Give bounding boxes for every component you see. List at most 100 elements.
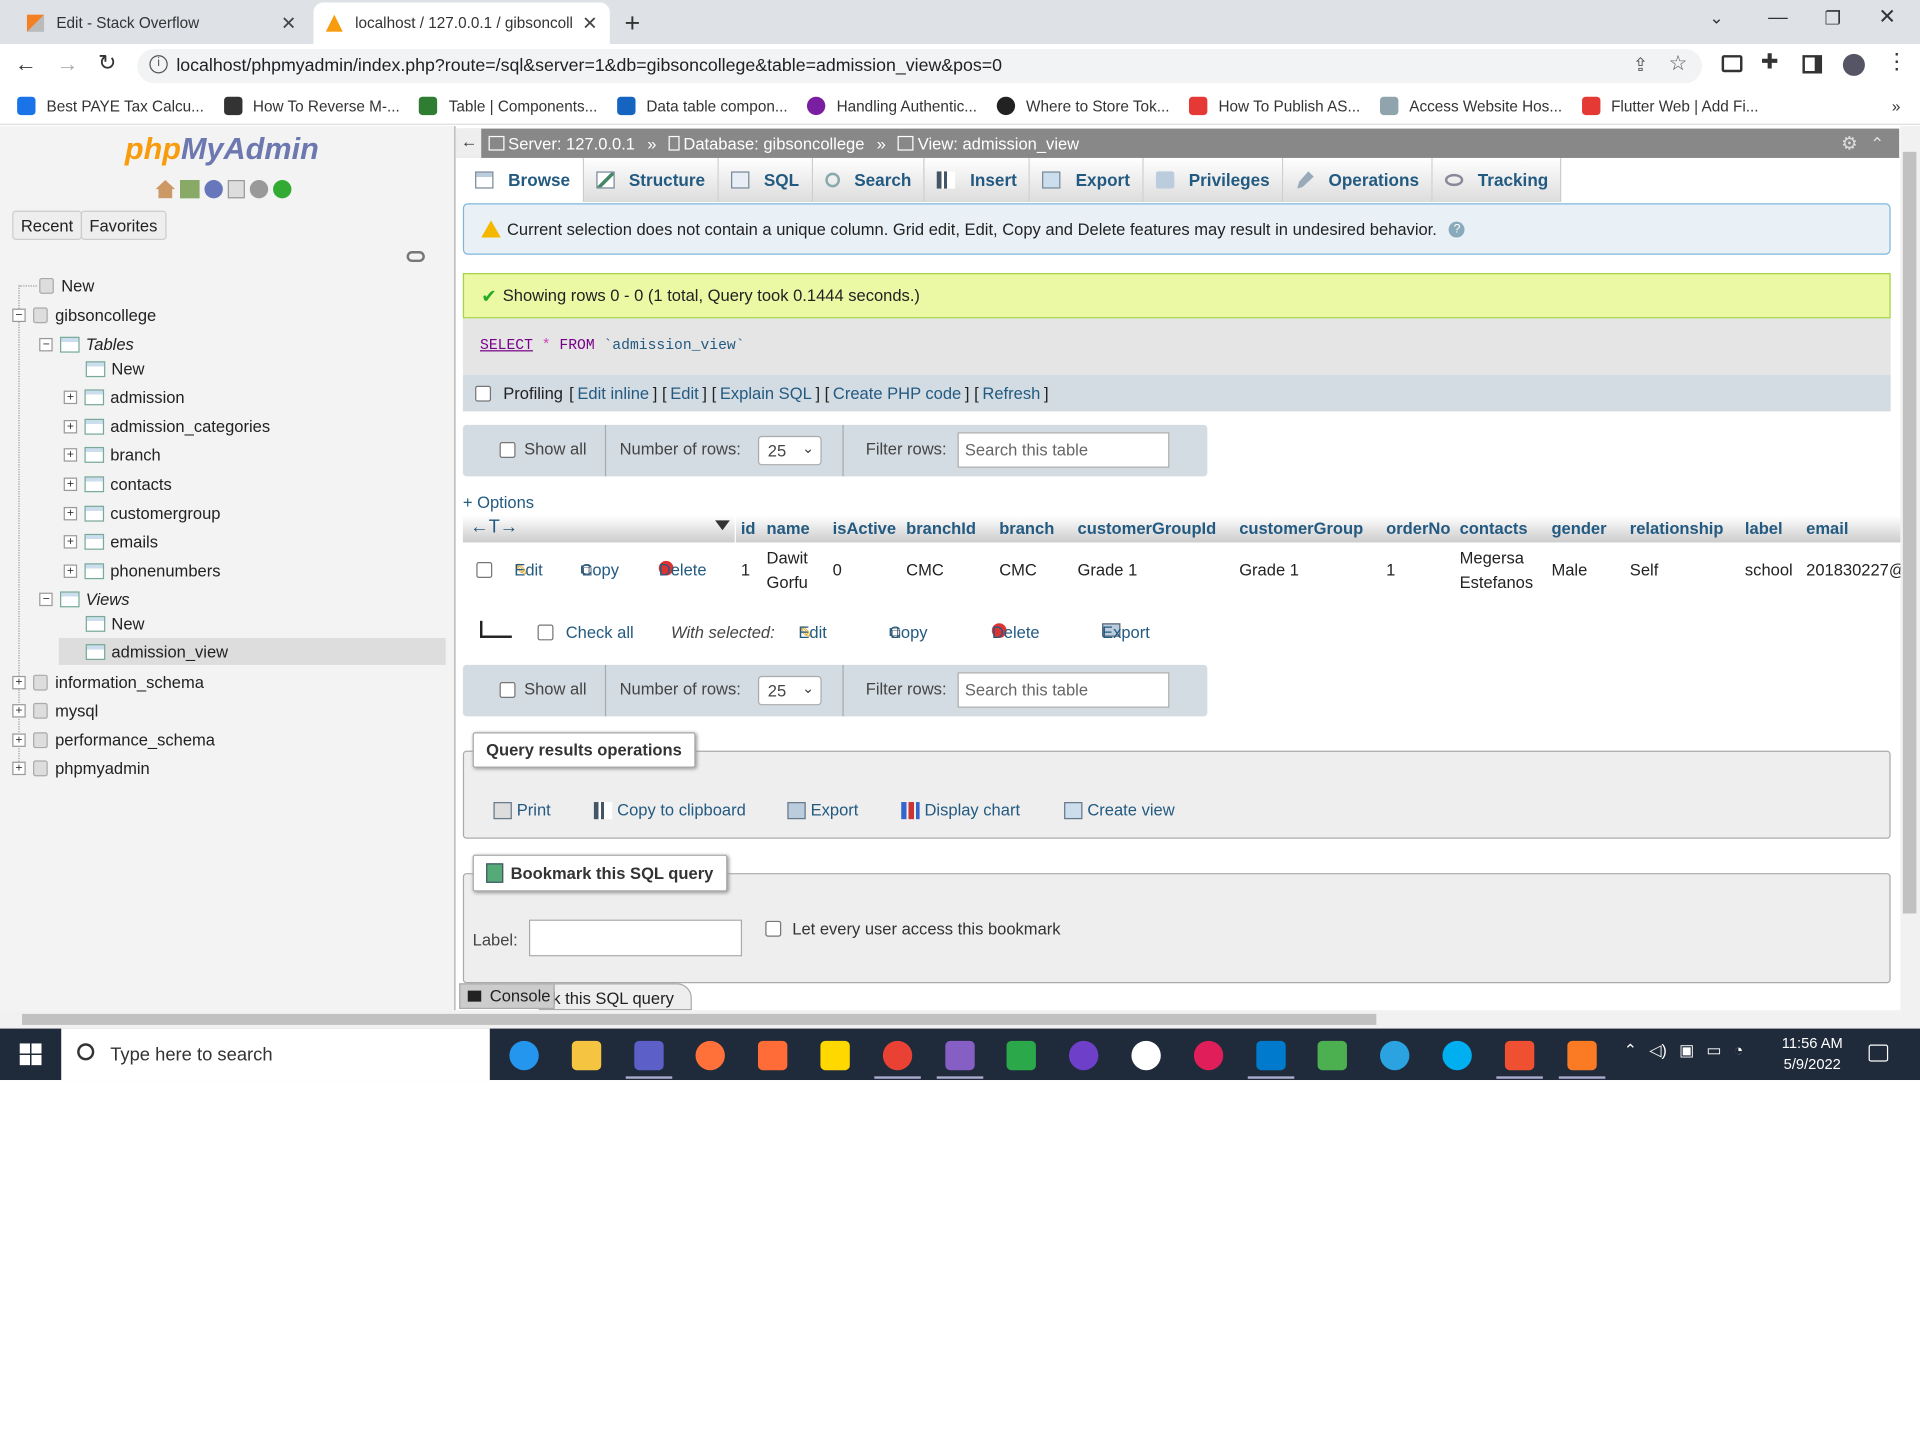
git-icon[interactable] bbox=[1504, 1040, 1535, 1071]
volume-icon[interactable]: ◁) bbox=[1649, 1041, 1667, 1061]
slack-icon[interactable] bbox=[1193, 1040, 1224, 1071]
cell-label[interactable]: school bbox=[1745, 561, 1793, 579]
expand-icon[interactable]: + bbox=[63, 534, 78, 548]
tab-browse[interactable]: Browse bbox=[462, 157, 584, 203]
tree-item-database[interactable]: + phpmyadmin bbox=[12, 754, 150, 781]
tree-item-table[interactable]: + admission_categories bbox=[63, 413, 270, 440]
teams-icon[interactable] bbox=[633, 1040, 664, 1071]
sql-keyword[interactable]: SELECT bbox=[480, 337, 533, 354]
notifications-icon[interactable] bbox=[1868, 1044, 1889, 1062]
bookmark-item[interactable]: Where to Store Tok... bbox=[996, 96, 1169, 116]
column-header[interactable]: orderNo bbox=[1386, 519, 1450, 537]
excel-app-icon[interactable] bbox=[1007, 1040, 1037, 1071]
display-chart-button[interactable]: Display chart bbox=[901, 801, 1020, 819]
share-bookmark-checkbox[interactable] bbox=[765, 920, 782, 937]
column-header[interactable]: branchId bbox=[906, 519, 976, 537]
tree-item-table[interactable]: + emails bbox=[63, 528, 158, 555]
tree-item-view-selected[interactable]: admission_view bbox=[58, 637, 446, 665]
browser-tab-1[interactable]: Edit - Stack Overflow ✕ bbox=[10, 2, 309, 44]
new-tab-button[interactable]: + bbox=[624, 7, 640, 39]
expand-icon[interactable]: + bbox=[63, 506, 78, 520]
minimize-button[interactable]: — bbox=[1768, 7, 1788, 29]
column-resize-arrows-icon[interactable]: ←T→ bbox=[470, 517, 518, 538]
sort-dropdown-icon[interactable] bbox=[715, 520, 730, 531]
profile-avatar[interactable] bbox=[1842, 53, 1865, 76]
address-bar[interactable]: i localhost/phpmyadmin/index.php?route=/… bbox=[137, 48, 1703, 84]
bookmark-item[interactable]: Table | Components... bbox=[419, 96, 597, 116]
breadcrumb-view[interactable]: View: admission_view bbox=[918, 134, 1079, 152]
settings-icon[interactable] bbox=[249, 180, 269, 199]
expand-icon[interactable]: + bbox=[63, 563, 78, 578]
column-header[interactable]: email bbox=[1806, 519, 1848, 537]
column-header[interactable]: customerGroupId bbox=[1078, 519, 1217, 537]
telegram-icon[interactable] bbox=[1380, 1040, 1410, 1071]
battery-icon[interactable]: ▭ bbox=[1706, 1041, 1721, 1061]
tree-item-table[interactable]: + contacts bbox=[63, 470, 172, 497]
tab-operations[interactable]: Operations bbox=[1283, 157, 1433, 203]
restore-button[interactable]: ❐ bbox=[1825, 7, 1841, 30]
extensions-icon[interactable]: ✚ bbox=[1761, 50, 1778, 74]
xampp-icon[interactable] bbox=[1566, 1040, 1597, 1071]
breadcrumb-server[interactable]: Server: 127.0.0.1 bbox=[508, 134, 635, 152]
collapse-panel-icon[interactable]: ← bbox=[456, 128, 482, 158]
star-icon[interactable]: ☆ bbox=[1669, 51, 1688, 75]
breadcrumb-database[interactable]: Database: gibsoncollege bbox=[683, 134, 864, 152]
picture-in-picture-icon[interactable] bbox=[1721, 55, 1743, 73]
vscode-icon[interactable] bbox=[1255, 1040, 1286, 1071]
tree-item-database[interactable]: + information_schema bbox=[12, 669, 204, 696]
bookmark-label-input[interactable] bbox=[528, 919, 743, 957]
cell-customergroupid[interactable]: Grade 1 bbox=[1078, 561, 1138, 579]
windows-start-icon[interactable] bbox=[19, 1043, 42, 1066]
cell-branch[interactable]: CMC bbox=[999, 561, 1037, 579]
profiling-checkbox[interactable] bbox=[475, 385, 492, 402]
github-icon[interactable] bbox=[1069, 1040, 1099, 1071]
docker-icon[interactable] bbox=[509, 1040, 539, 1071]
tree-item-new-view[interactable]: New bbox=[85, 610, 145, 637]
close-icon[interactable]: ✕ bbox=[582, 12, 597, 34]
taskbar-search-box[interactable]: Type here to search bbox=[61, 1028, 490, 1081]
horizontal-scrollbar-thumb[interactable] bbox=[22, 1013, 1377, 1025]
tree-item-table[interactable]: + admission bbox=[63, 383, 185, 410]
site-info-icon[interactable]: i bbox=[149, 55, 168, 74]
expand-icon[interactable]: + bbox=[63, 447, 78, 462]
chrome-icon[interactable] bbox=[882, 1040, 913, 1071]
skype-icon[interactable] bbox=[1442, 1040, 1472, 1071]
file-explorer-icon[interactable] bbox=[571, 1040, 601, 1071]
tree-item-new-db[interactable]: New bbox=[19, 272, 94, 299]
tab-privileges[interactable]: Privileges bbox=[1143, 157, 1284, 203]
export-button[interactable]: Export bbox=[787, 801, 858, 819]
tree-item-database[interactable]: + performance_schema bbox=[12, 726, 215, 753]
cell-branchid[interactable]: CMC bbox=[906, 561, 944, 579]
postman-icon[interactable] bbox=[758, 1040, 788, 1071]
word-app-icon[interactable] bbox=[1131, 1040, 1161, 1071]
share-icon[interactable]: ⇪ bbox=[1633, 54, 1648, 76]
reload-navigation-icon[interactable] bbox=[273, 180, 292, 199]
bookmark-item[interactable]: Best PAYE Tax Calcu... bbox=[17, 96, 204, 116]
collapse-icon[interactable]: − bbox=[39, 592, 53, 606]
column-header[interactable]: gender bbox=[1551, 519, 1606, 537]
visual-studio-icon[interactable] bbox=[944, 1040, 975, 1071]
bookmark-item[interactable]: How To Publish AS... bbox=[1189, 96, 1360, 116]
docs-icon[interactable] bbox=[227, 180, 245, 199]
menu-icon[interactable]: ⋮ bbox=[1886, 49, 1908, 75]
bookmark-submit-button[interactable]: k this SQL query bbox=[538, 983, 692, 1011]
tab-insert[interactable]: Insert bbox=[924, 157, 1031, 203]
side-panel-icon[interactable] bbox=[1802, 55, 1823, 74]
bookmark-item[interactable]: Flutter Web | Add Fi... bbox=[1581, 96, 1759, 116]
show-all-toggle[interactable]: Show all bbox=[499, 440, 587, 458]
filter-rows-input[interactable]: Search this table bbox=[957, 432, 1170, 468]
cell-relationship[interactable]: Self bbox=[1630, 561, 1658, 579]
column-header[interactable]: name bbox=[767, 519, 810, 537]
tab-export[interactable]: Export bbox=[1030, 157, 1144, 203]
expand-icon[interactable]: + bbox=[12, 675, 26, 689]
tree-item-database[interactable]: + mysql bbox=[12, 697, 98, 724]
column-header[interactable]: id bbox=[741, 519, 756, 537]
cell-contacts[interactable]: Estefanos bbox=[1460, 573, 1534, 591]
column-header[interactable]: isActive bbox=[833, 519, 896, 537]
bookmarks-overflow-button[interactable]: » bbox=[1892, 97, 1901, 114]
expand-icon[interactable]: + bbox=[63, 419, 78, 433]
browser-tab-2[interactable]: localhost / 127.0.0.1 / gibsoncolle ✕ bbox=[313, 2, 610, 45]
meet-icon[interactable]: ▣ bbox=[1679, 1041, 1694, 1061]
options-toggle[interactable]: + Options bbox=[463, 493, 534, 511]
tab-search[interactable]: Search bbox=[812, 157, 925, 203]
